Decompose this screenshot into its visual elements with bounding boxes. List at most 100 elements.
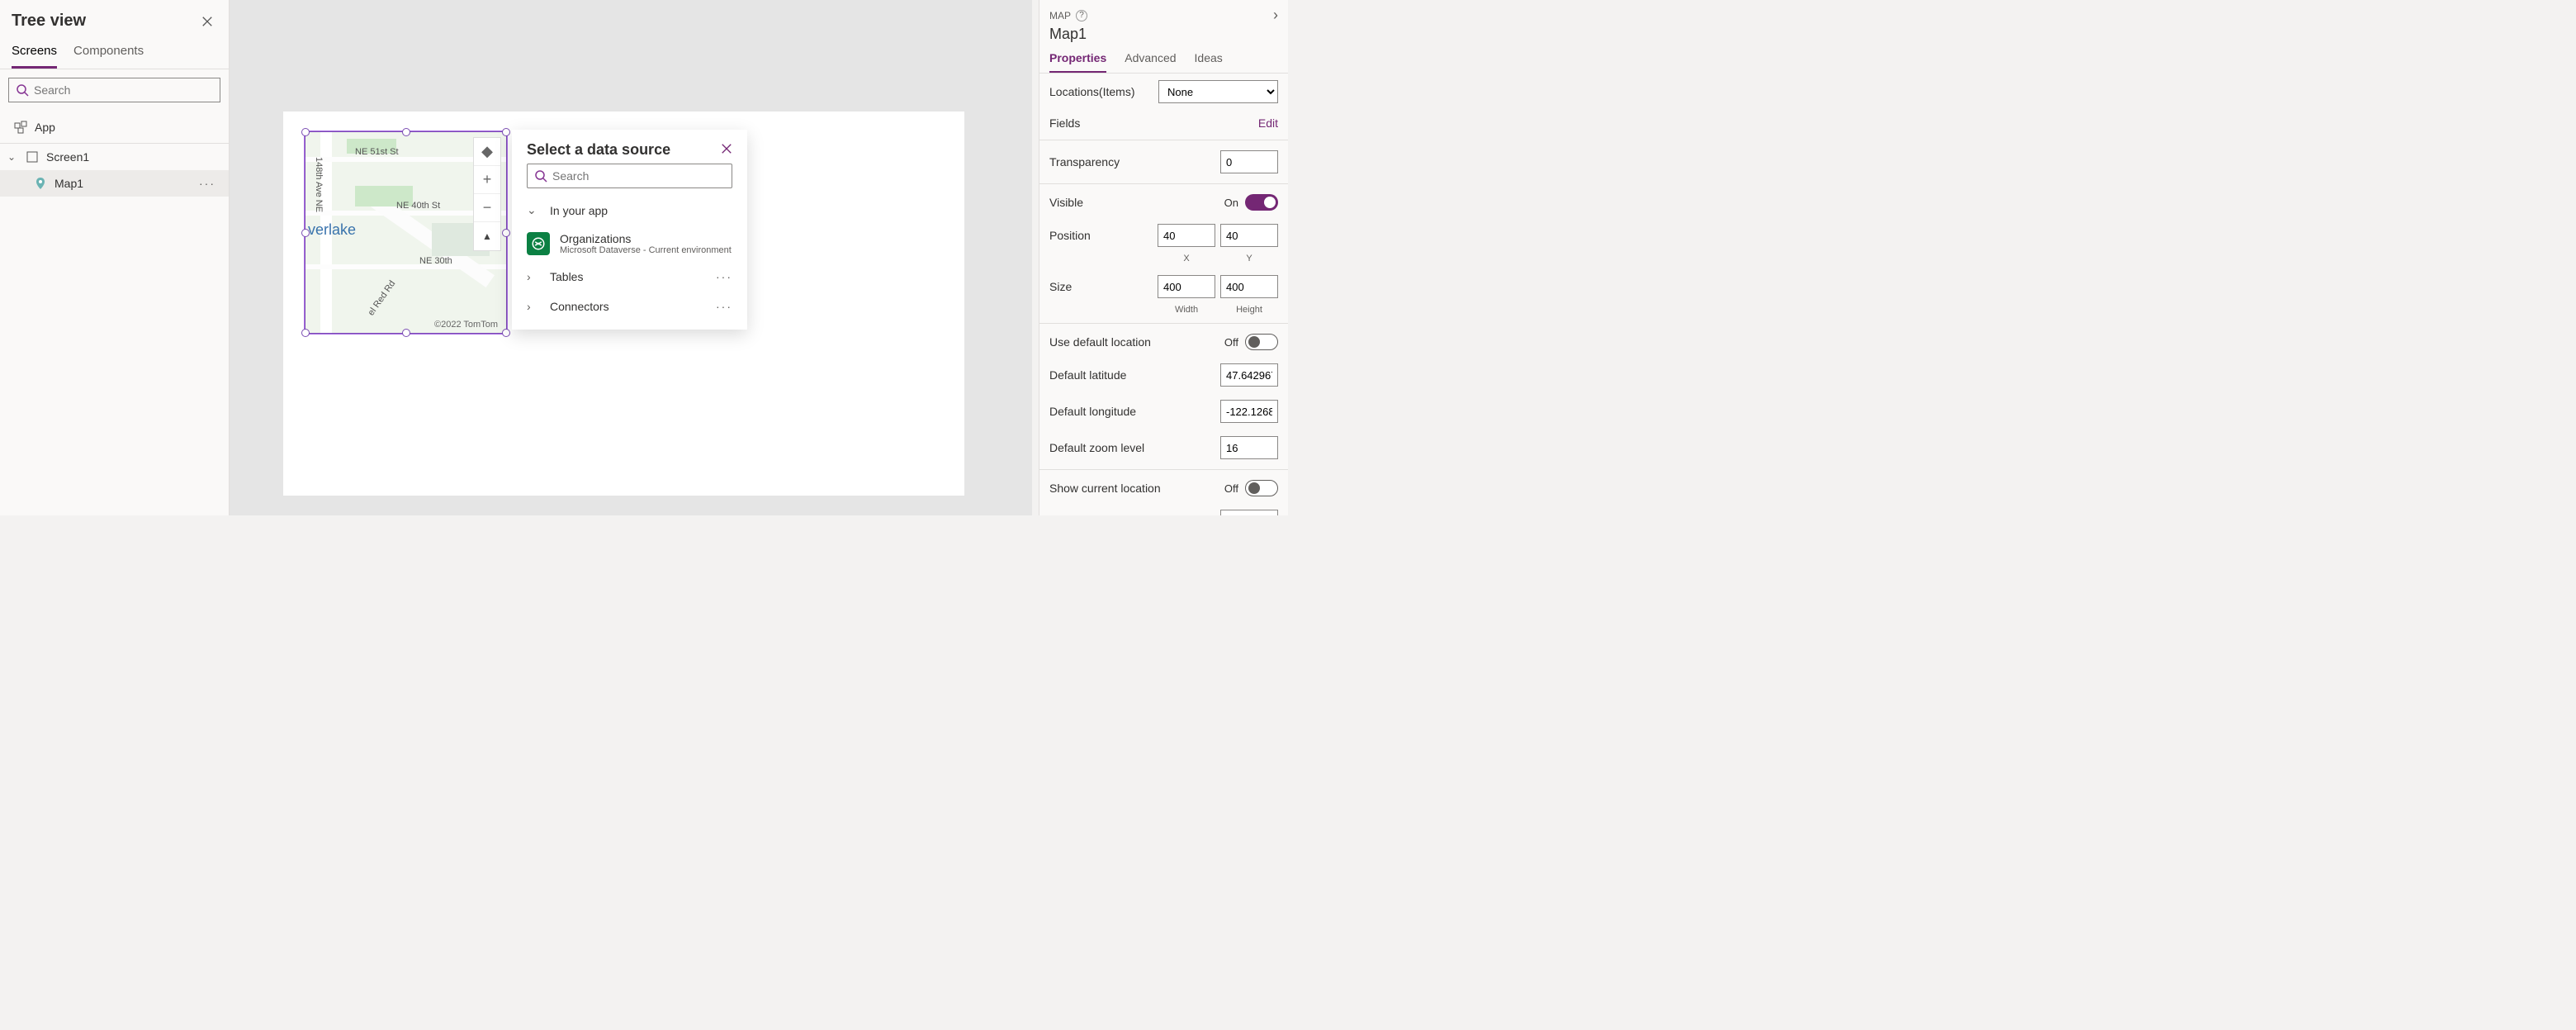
tree-map-node[interactable]: Map1 ··· — [0, 170, 229, 197]
pitch-icon: ▲ — [482, 230, 492, 242]
prop-x-label: X — [1158, 254, 1215, 263]
map-control[interactable]: NE 51st St NE 40th St NE 30th 148th Ave … — [304, 131, 508, 335]
canvas-area: NE 51st St NE 40th St NE 30th 148th Ave … — [230, 0, 1032, 515]
ds-section-label: In your app — [550, 204, 608, 217]
prop-fields-label: Fields — [1049, 116, 1258, 130]
road-label: el Red Rd — [367, 279, 398, 318]
control-type-label: MAP — [1049, 10, 1071, 21]
city-label: verlake — [308, 221, 356, 239]
prop-usedefault-toggle[interactable] — [1245, 334, 1278, 350]
panel-expand-button[interactable]: › — [1273, 7, 1278, 24]
tree-app-node[interactable]: App — [0, 111, 229, 144]
ds-item-organizations[interactable]: Organizations Microsoft Dataverse - Curr… — [512, 225, 747, 262]
prop-fields-edit-link[interactable]: Edit — [1258, 116, 1278, 130]
tree-screen-label: Screen1 — [46, 150, 89, 164]
tree-search-input[interactable] — [34, 83, 213, 97]
ds-section-more-button[interactable]: ··· — [716, 300, 732, 313]
prop-position-label: Position — [1049, 229, 1158, 242]
chevron-right-icon: › — [527, 270, 540, 283]
resize-handle[interactable] — [402, 329, 410, 337]
prop-size-w-input[interactable] — [1158, 275, 1215, 298]
road-label: 148th Ave NE — [314, 157, 324, 212]
chevron-right-icon: › — [527, 300, 540, 313]
ds-item-subtitle: Microsoft Dataverse - Current environmen… — [560, 245, 732, 255]
help-icon[interactable]: ? — [1076, 10, 1087, 21]
map-zoom-in-button[interactable]: + — [474, 166, 500, 194]
close-icon — [721, 143, 732, 154]
prop-visible-label: Visible — [1049, 196, 1224, 209]
data-source-search-input[interactable] — [552, 169, 725, 183]
prop-visible-toggle[interactable] — [1245, 194, 1278, 211]
map-surface[interactable]: NE 51st St NE 40th St NE 30th 148th Ave … — [305, 132, 506, 333]
ds-section-in-your-app[interactable]: ⌄ In your app — [512, 195, 747, 225]
ds-section-more-button[interactable]: ··· — [716, 270, 732, 283]
data-source-search-box[interactable] — [527, 164, 732, 188]
prop-position-x-input[interactable] — [1158, 224, 1215, 247]
prop-showcurrent-label: Show current location — [1049, 482, 1224, 495]
tab-components[interactable]: Components — [73, 37, 144, 69]
prop-lon-input[interactable] — [1220, 400, 1278, 423]
resize-handle[interactable] — [502, 128, 510, 136]
ds-section-label: Connectors — [550, 300, 609, 313]
screen-icon — [25, 150, 40, 164]
resize-handle[interactable] — [502, 229, 510, 237]
screen-preview[interactable]: NE 51st St NE 40th St NE 30th 148th Ave … — [283, 112, 964, 496]
plus-icon: + — [483, 171, 492, 188]
chevron-down-icon[interactable]: ⌄ — [5, 151, 18, 163]
map-zoom-out-button[interactable]: − — [474, 194, 500, 222]
prop-h-label: Height — [1220, 305, 1278, 315]
prop-size-label: Size — [1049, 280, 1158, 293]
tree-app-label: App — [35, 121, 55, 134]
control-name: Map1 — [1049, 26, 1278, 43]
prop-locations-label: Locations(Items) — [1049, 85, 1158, 98]
prop-curlat-input[interactable] — [1220, 510, 1278, 515]
prop-size-h-input[interactable] — [1220, 275, 1278, 298]
prop-locations-select[interactable]: None — [1158, 80, 1278, 103]
tree-view-panel: Tree view Screens Components App ⌄ Scree… — [0, 0, 230, 515]
tree-map-label: Map1 — [54, 177, 83, 190]
data-source-title: Select a data source — [527, 141, 670, 159]
map-attribution: ©2022 TomTom — [434, 320, 498, 330]
prop-tab-properties[interactable]: Properties — [1049, 51, 1106, 73]
ds-item-name: Organizations — [560, 232, 732, 245]
map-icon — [33, 176, 48, 191]
prop-position-y-input[interactable] — [1220, 224, 1278, 247]
prop-transparency-input[interactable] — [1220, 150, 1278, 173]
dataverse-icon — [527, 232, 550, 255]
resize-handle[interactable] — [502, 329, 510, 337]
tree-close-button[interactable] — [199, 13, 215, 30]
map-locate-button[interactable]: ◆ — [474, 138, 500, 166]
map-pitch-button[interactable]: ▲ — [474, 222, 500, 250]
ds-section-connectors[interactable]: › Connectors ··· — [512, 292, 747, 321]
road-label: NE 51st St — [355, 147, 399, 157]
resize-handle[interactable] — [301, 229, 310, 237]
resize-handle[interactable] — [301, 329, 310, 337]
prop-tab-ideas[interactable]: Ideas — [1195, 51, 1223, 73]
prop-zoom-input[interactable] — [1220, 436, 1278, 459]
app-icon — [13, 120, 28, 135]
road-label: NE 40th St — [396, 201, 440, 211]
tree-screen-node[interactable]: ⌄ Screen1 — [0, 144, 229, 170]
prop-transparency-label: Transparency — [1049, 155, 1220, 169]
prop-tab-advanced[interactable]: Advanced — [1125, 51, 1176, 73]
tab-screens[interactable]: Screens — [12, 37, 57, 69]
tree-search-box[interactable] — [8, 78, 220, 102]
prop-showcurrent-toggle[interactable] — [1245, 480, 1278, 496]
prop-lat-input[interactable] — [1220, 363, 1278, 387]
chevron-down-icon: ⌄ — [527, 203, 540, 217]
prop-zoom-label: Default zoom level — [1049, 441, 1220, 454]
prop-usedefault-state: Off — [1224, 336, 1238, 349]
data-source-close-button[interactable] — [721, 143, 732, 157]
prop-showcurrent-state: Off — [1224, 482, 1238, 495]
map-nav-buttons: ◆ + − ▲ — [473, 137, 501, 251]
ds-section-tables[interactable]: › Tables ··· — [512, 262, 747, 292]
prop-usedefault-label: Use default location — [1049, 335, 1224, 349]
tree-view-title: Tree view — [12, 12, 86, 31]
prop-w-label: Width — [1158, 305, 1215, 315]
tree-node-more-button[interactable]: ··· — [199, 177, 215, 190]
minus-icon: − — [483, 199, 492, 216]
resize-handle[interactable] — [301, 128, 310, 136]
prop-y-label: Y — [1220, 254, 1278, 263]
close-icon — [201, 16, 213, 27]
resize-handle[interactable] — [402, 128, 410, 136]
